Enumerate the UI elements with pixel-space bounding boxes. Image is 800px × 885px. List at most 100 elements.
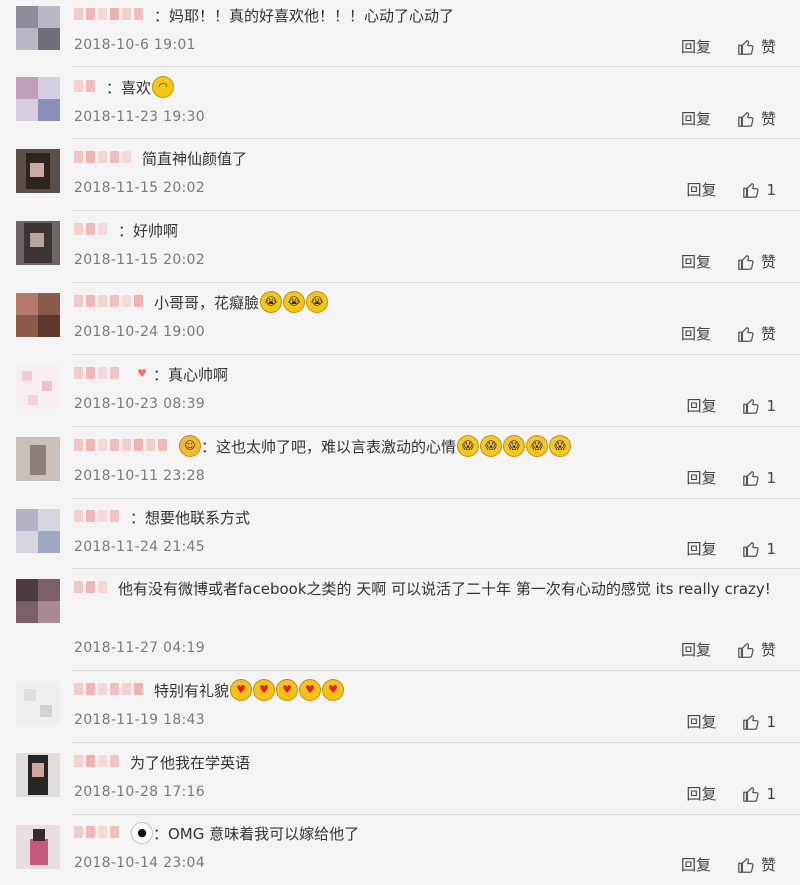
thumbs-up-icon xyxy=(743,786,760,802)
reply-button[interactable]: 回复 xyxy=(681,108,711,129)
comment-body: ：妈耶！！真的好喜欢他！！！心动了心动了 xyxy=(74,1,778,31)
crying-emoji-icon: 😭 xyxy=(283,290,306,313)
reply-button[interactable]: 回复 xyxy=(681,639,711,660)
heart-eyes-emoji-icon: ♥ xyxy=(230,678,253,701)
comment-text: ：妈耶！！真的好喜欢他！！！心动了心动了 xyxy=(154,7,455,25)
reply-button[interactable]: 回复 xyxy=(681,323,711,344)
comment-time: 2018-11-27 04:19 xyxy=(74,640,205,656)
comment-time: 2018-11-19 18:43 xyxy=(74,712,205,728)
username-blurred[interactable] xyxy=(74,438,170,453)
shocked-emoji-icon: 😱 xyxy=(503,434,526,457)
comment-actions: 回复 赞 xyxy=(681,108,776,129)
avatar[interactable] xyxy=(16,825,60,869)
username-blurred[interactable] xyxy=(74,222,110,237)
like-button[interactable]: 赞 xyxy=(737,639,776,660)
reply-button[interactable]: 回复 xyxy=(681,251,711,272)
comment-item: 小哥哥，花癡臉 😭 😭 😭 2018-10-24 19:00 回复 赞 xyxy=(0,283,800,355)
like-count: 1 xyxy=(766,468,776,487)
avatar[interactable] xyxy=(16,77,60,121)
username-blurred[interactable] xyxy=(74,509,122,524)
avatar[interactable] xyxy=(16,221,60,265)
like-button[interactable]: 1 xyxy=(742,181,776,199)
like-button[interactable]: 1 xyxy=(742,713,776,731)
username-blurred[interactable] xyxy=(74,754,122,769)
username-blurred[interactable] xyxy=(74,294,146,309)
reply-button[interactable]: 回复 xyxy=(686,783,716,804)
avatar[interactable] xyxy=(16,6,60,50)
thumbs-up-icon xyxy=(738,857,754,873)
reply-button[interactable]: 回复 xyxy=(681,36,711,57)
thumbs-up-icon xyxy=(738,254,754,270)
comment-text: 他有没有微博或者facebook之类的 天啊 可以说活了二十年 第一次有心动的感… xyxy=(118,580,771,598)
comment-body: 他有没有微博或者facebook之类的 天啊 可以说活了二十年 第一次有心动的感… xyxy=(74,574,778,604)
username-blurred[interactable] xyxy=(74,150,134,165)
avatar[interactable] xyxy=(16,293,60,337)
comment-text: ：想要他联系方式 xyxy=(130,509,251,527)
crying-emoji-icon: 😭 xyxy=(260,290,283,313)
reply-button[interactable]: 回复 xyxy=(686,467,716,488)
reply-button[interactable]: 回复 xyxy=(686,179,716,200)
thumbs-up-icon xyxy=(743,714,760,730)
reply-button[interactable]: 回复 xyxy=(686,395,716,416)
like-button[interactable]: 赞 xyxy=(737,323,776,344)
heart-eyes-emoji-icon: ♥ xyxy=(276,678,299,701)
username-blurred[interactable] xyxy=(74,682,146,697)
like-button[interactable]: 1 xyxy=(742,397,776,415)
comment-actions: 回复 1 xyxy=(686,711,776,732)
username-blurred[interactable] xyxy=(74,580,110,595)
like-button[interactable]: 赞 xyxy=(737,36,776,57)
like-count: 1 xyxy=(766,539,776,558)
comment-text: ：这也太帅了吧，难以言表激动的心情 xyxy=(201,438,457,456)
thumbs-up-icon xyxy=(743,182,760,198)
comment-body: 小哥哥，花癡臉 😭 😭 😭 xyxy=(74,288,778,318)
comment-body: ：想要他联系方式 xyxy=(74,503,778,533)
like-button[interactable]: 1 xyxy=(742,785,776,803)
avatar[interactable] xyxy=(16,681,60,725)
comment-item: ：喜欢 ◠ 2018-11-23 19:30 回复 赞 xyxy=(0,67,800,139)
like-count: 1 xyxy=(766,784,776,803)
smile-emoji-icon: ◠ xyxy=(152,75,175,98)
username-blurred[interactable] xyxy=(74,825,122,840)
comment-body: ：喜欢 ◠ xyxy=(74,73,778,103)
avatar[interactable] xyxy=(16,509,60,553)
comment-actions: 回复 1 xyxy=(686,395,776,416)
avatar[interactable] xyxy=(16,579,60,623)
username-blurred[interactable] xyxy=(74,7,146,22)
like-count: 赞 xyxy=(760,38,776,56)
shocked-emoji-icon: 😱 xyxy=(526,434,549,457)
comment-time: 2018-10-24 19:00 xyxy=(74,324,205,340)
avatar[interactable] xyxy=(16,437,60,481)
comment-item: ：好帅啊 2018-11-15 20:02 回复 赞 xyxy=(0,211,800,283)
avatar[interactable] xyxy=(16,149,60,193)
comment-actions: 回复 赞 xyxy=(681,639,776,660)
panda-emoji-icon: ● xyxy=(131,821,153,844)
like-count: 1 xyxy=(766,712,776,731)
thumbs-up-icon xyxy=(738,326,754,342)
like-count: 赞 xyxy=(760,856,776,874)
reply-button[interactable]: 回复 xyxy=(686,538,716,559)
comment-time: 2018-11-15 20:02 xyxy=(74,252,205,268)
comment-text: ：OMG 意味着我可以嫁给他了 xyxy=(153,825,360,843)
comment-item: ☺ ：这也太帅了吧，难以言表激动的心情 😱 😱 😱 😱 😱 2018-10-11 23:28… xyxy=(0,427,800,499)
heart-eyes-emoji-icon: ♥ xyxy=(299,678,322,701)
like-button[interactable]: 1 xyxy=(742,469,776,487)
username-blurred[interactable] xyxy=(74,79,98,94)
reply-button[interactable]: 回复 xyxy=(686,711,716,732)
shocked-emoji-icon: 😱 xyxy=(549,434,572,457)
like-count: 赞 xyxy=(760,110,776,128)
like-button[interactable]: 赞 xyxy=(737,854,776,875)
comment-item: 特别有礼貌 ♥ ♥ ♥ ♥ ♥ 2018-11-19 18:43 回复 1 xyxy=(0,671,800,743)
reply-button[interactable]: 回复 xyxy=(681,854,711,875)
like-button[interactable]: 1 xyxy=(742,540,776,558)
comment-time: 2018-10-28 17:16 xyxy=(74,784,205,800)
comment-list: ：妈耶！！真的好喜欢他！！！心动了心动了 2018-10-6 19:01 回复 … xyxy=(0,0,800,885)
like-button[interactable]: 赞 xyxy=(737,108,776,129)
thumbs-up-icon xyxy=(738,111,754,127)
blush-emoji-icon: ☺ xyxy=(179,434,201,457)
like-button[interactable]: 赞 xyxy=(737,251,776,272)
avatar[interactable] xyxy=(16,753,60,797)
avatar[interactable] xyxy=(16,365,60,409)
shocked-emoji-icon: 😱 xyxy=(457,434,480,457)
username-blurred[interactable] xyxy=(74,366,122,381)
comment-body: ● ：OMG 意味着我可以嫁给他了 xyxy=(74,819,778,849)
